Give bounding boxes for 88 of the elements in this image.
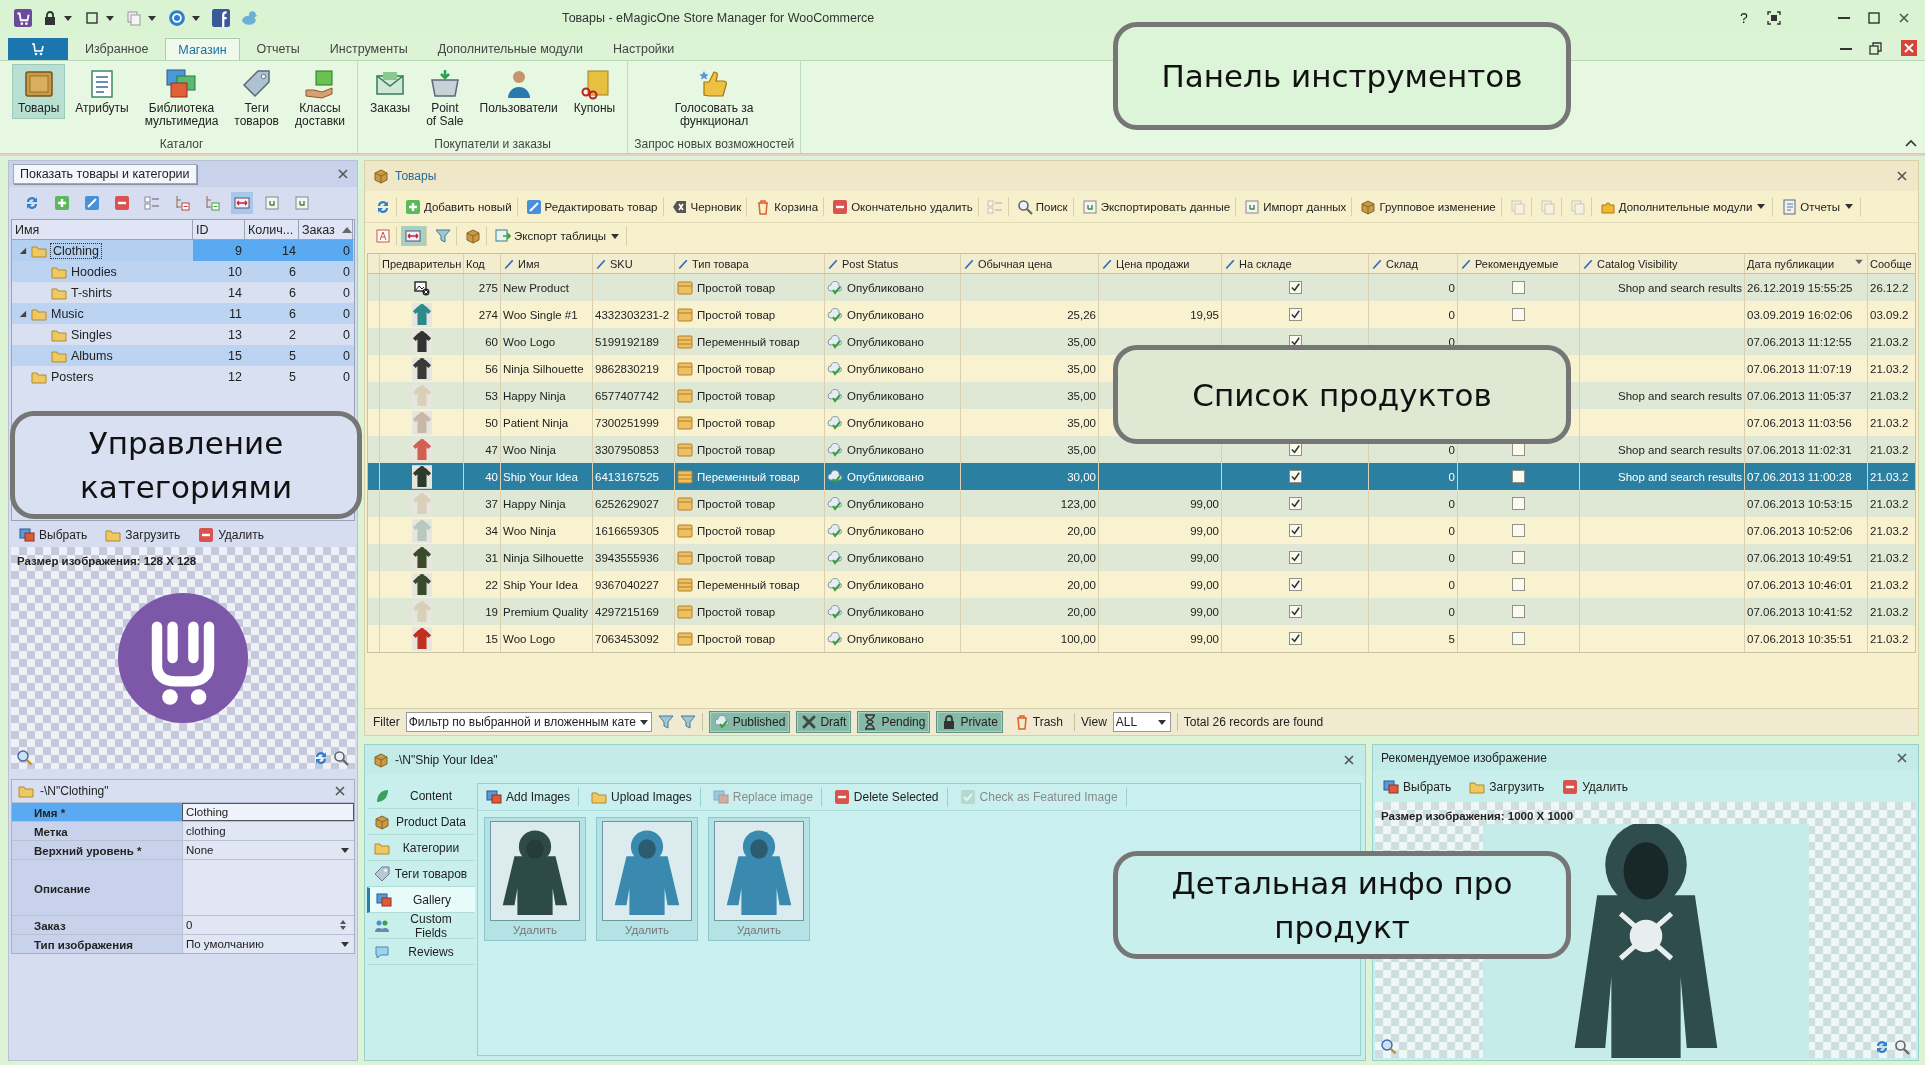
table-cell: 15 bbox=[464, 625, 501, 652]
category-name: Singles bbox=[71, 327, 112, 342]
post-status: Опубликовано bbox=[847, 605, 924, 618]
property-label: Тип изображения bbox=[12, 935, 182, 953]
table-cell-text: 15 bbox=[227, 347, 243, 365]
table-cell: 21.03.2 bbox=[1868, 625, 1915, 652]
panel-title: -\N"Ship Your Idea" bbox=[395, 753, 498, 767]
product-type: Простой товар bbox=[697, 497, 776, 510]
panel-title: Показать товары и категории bbox=[13, 164, 197, 184]
group-label: Покупатели и заказы bbox=[434, 137, 551, 151]
table-cell-text: 14 bbox=[227, 284, 243, 302]
post-status: Опубликовано bbox=[847, 335, 924, 348]
category-name: Hoodies bbox=[71, 264, 117, 279]
product-type: Простой товар bbox=[697, 443, 776, 456]
table-cell-text: 5 bbox=[288, 368, 297, 386]
category-name: T-shirts bbox=[71, 285, 112, 300]
post-status: Опубликовано bbox=[847, 362, 924, 375]
table-cell-text: 12 bbox=[227, 368, 243, 386]
property-label: Имя * bbox=[12, 803, 182, 821]
table-cell: 0 bbox=[299, 240, 353, 261]
record-count: Total 26 records are found bbox=[1183, 715, 1324, 729]
property-label: Заказ bbox=[12, 916, 182, 934]
product-type: Простой товар bbox=[697, 389, 776, 402]
post-status: Опубликовано bbox=[847, 281, 924, 294]
table-cell-text: 13 bbox=[227, 326, 243, 344]
table-cell-text: 0 bbox=[342, 305, 351, 323]
post-status: Опубликовано bbox=[847, 389, 924, 402]
property-label: Верхний уровень * bbox=[12, 841, 182, 859]
product-type: Простой товар bbox=[697, 362, 776, 375]
filter-label: Filter bbox=[373, 715, 400, 729]
image-size: Размер изображения: 1000 X 1000 bbox=[1381, 809, 1574, 822]
annotation-tooltip: Панель инструментов bbox=[1113, 22, 1571, 130]
annotation-tooltip: Управление категориями bbox=[10, 411, 362, 519]
category-name: Posters bbox=[51, 369, 94, 384]
post-status: Опубликовано bbox=[847, 443, 924, 456]
post-status: Опубликовано bbox=[847, 308, 924, 321]
table-cell: 07.06.2013 10:35:51 bbox=[1745, 625, 1868, 652]
table-cell-text: 6 bbox=[288, 263, 297, 281]
table-cell-text: 11 bbox=[228, 305, 243, 323]
table-cell-text: 6 bbox=[288, 305, 297, 323]
post-status: Опубликовано bbox=[847, 524, 924, 537]
annotation-tooltip: Детальная инфо про продукт bbox=[1113, 851, 1571, 959]
table-cell: Woo Logo bbox=[501, 625, 593, 652]
product-type: Переменный товар bbox=[697, 578, 800, 591]
product-type: Простой товар bbox=[697, 551, 776, 564]
table-cell-text: 2 bbox=[288, 326, 297, 344]
property-label: Метка bbox=[12, 822, 182, 840]
post-status: Опубликовано bbox=[847, 416, 924, 429]
table-cell-text: 0 bbox=[342, 326, 351, 344]
view-label: View bbox=[1081, 715, 1107, 729]
table-cell: 14 bbox=[245, 240, 299, 261]
category-name: Albums bbox=[71, 348, 113, 363]
product-type: Простой товар bbox=[697, 281, 776, 294]
product-type: Переменный товар bbox=[697, 335, 800, 348]
product-type: Простой товар bbox=[697, 524, 776, 537]
table-cell: 7063453092 bbox=[593, 625, 675, 652]
table-cell: 9 bbox=[193, 240, 245, 261]
table-cell-text: 0 bbox=[342, 284, 351, 302]
window-title: Товары - eMagicOne Store Manager for WooCommerce bbox=[562, 11, 875, 25]
group-label: Каталог bbox=[159, 137, 204, 151]
panel-title: -\N"Clothing" bbox=[40, 784, 109, 798]
table-cell: 99,00 bbox=[1099, 625, 1222, 652]
property-label: Описание bbox=[12, 860, 182, 915]
annotation-tooltip: Список продуктов bbox=[1113, 345, 1571, 444]
product-type: Простой товар bbox=[697, 308, 776, 321]
table-cell-text: 0 bbox=[342, 368, 351, 386]
table-cell-text: 5 bbox=[288, 347, 297, 365]
table-cell: 5 bbox=[1369, 625, 1458, 652]
post-status: Опубликовано bbox=[847, 632, 924, 645]
post-status: Опубликовано bbox=[847, 551, 924, 564]
table-cell-text: 0 bbox=[342, 263, 351, 281]
panel-title: Товары bbox=[395, 169, 437, 183]
group-label: Запрос новых возможностей bbox=[634, 137, 795, 151]
table-cell-text: 6 bbox=[288, 284, 297, 302]
image-size: Размер изображения: 128 X 128 bbox=[17, 555, 197, 567]
category-name: Music bbox=[51, 306, 84, 321]
category-name: Clothing bbox=[51, 243, 101, 258]
panel-title: Рекомендуемое изображение bbox=[1381, 750, 1547, 765]
table-cell-text: 0 bbox=[342, 347, 351, 365]
product-type: Простой товар bbox=[697, 416, 776, 429]
table-cell-text: 10 bbox=[227, 263, 243, 281]
product-type: Простой товар bbox=[697, 605, 776, 618]
post-status: Опубликовано bbox=[847, 578, 924, 591]
post-status: Опубликовано bbox=[847, 470, 924, 483]
product-type: Простой товар bbox=[697, 632, 776, 645]
product-type: Переменный товар bbox=[697, 470, 800, 483]
post-status: Опубликовано bbox=[847, 497, 924, 510]
table-cell: 100,00 bbox=[961, 625, 1099, 652]
